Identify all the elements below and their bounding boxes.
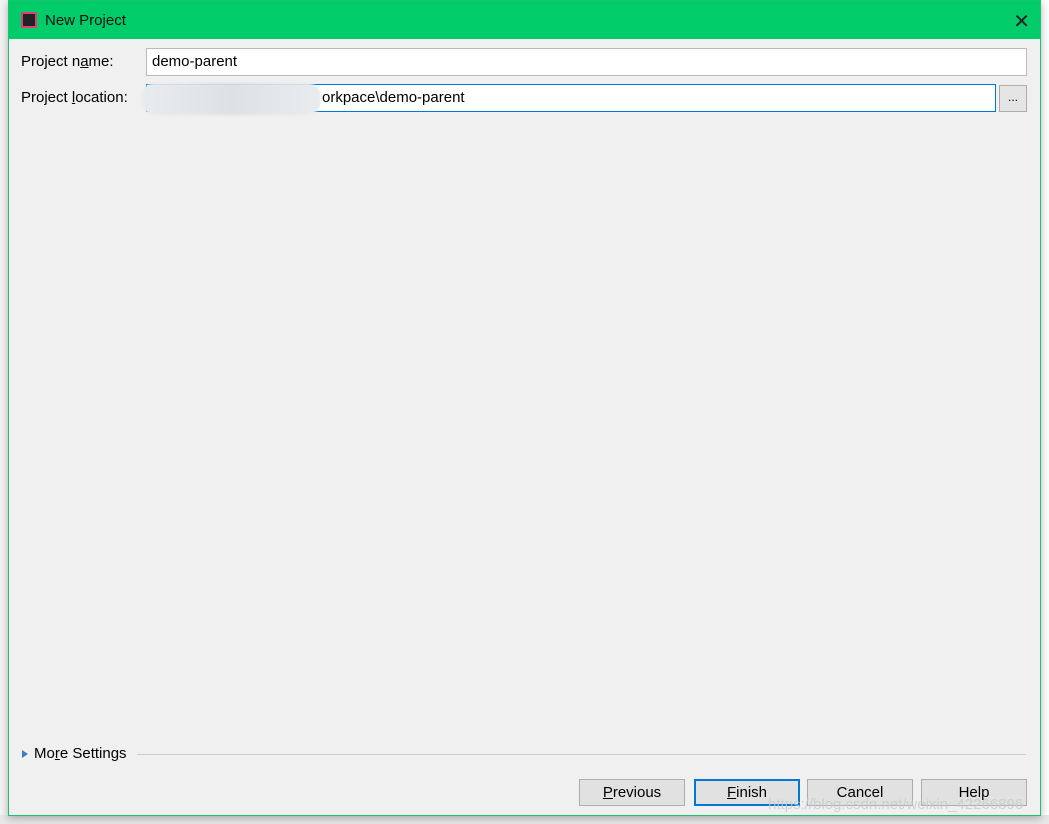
background-window bbox=[1040, 0, 1049, 824]
project-location-label: Project location: bbox=[21, 89, 128, 106]
project-name-label: Project name: bbox=[21, 53, 114, 70]
new-project-dialog: New Project ✕ Project name: demo-parent … bbox=[8, 0, 1041, 816]
more-settings-toggle[interactable]: More Settings bbox=[22, 745, 127, 762]
help-button[interactable]: Help bbox=[921, 779, 1027, 806]
finish-button[interactable]: Finish bbox=[694, 779, 800, 806]
browse-button[interactable]: ... bbox=[999, 85, 1027, 112]
title-bar[interactable]: New Project ✕ bbox=[9, 1, 1040, 39]
close-icon[interactable]: ✕ bbox=[1013, 9, 1030, 34]
project-name-row: Project name: bbox=[21, 53, 146, 70]
separator bbox=[137, 754, 1026, 755]
intellij-idea-icon bbox=[21, 12, 37, 28]
previous-button[interactable]: Previous bbox=[579, 779, 685, 806]
cancel-button[interactable]: Cancel bbox=[807, 779, 913, 806]
background-window-bottom bbox=[0, 815, 1049, 824]
project-location-row: Project location: bbox=[21, 89, 146, 106]
expand-triangle-icon bbox=[22, 749, 28, 758]
dialog-title: New Project bbox=[45, 11, 126, 29]
more-settings-label: More Settings bbox=[34, 745, 127, 762]
project-name-input[interactable]: demo-parent bbox=[146, 48, 1027, 76]
redacted-path-blur bbox=[141, 83, 321, 115]
